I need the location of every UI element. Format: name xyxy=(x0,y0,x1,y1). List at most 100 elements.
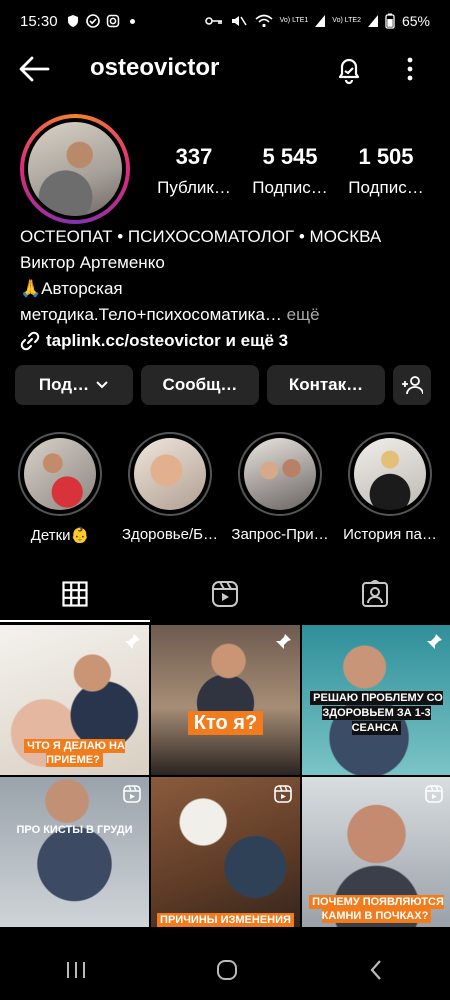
profile-header: osteovictor xyxy=(0,46,450,92)
highlight-thumbnail xyxy=(354,438,426,510)
shield-icon xyxy=(67,15,78,27)
message-label: Сообщ… xyxy=(162,375,238,394)
battery-icon xyxy=(385,13,395,29)
instagram-icon xyxy=(106,14,119,28)
link-icon xyxy=(20,331,40,351)
bio-more-link[interactable]: ещё xyxy=(287,305,320,324)
profile-actions: Под… Сообщ… Контак… xyxy=(15,365,431,405)
posts-grid: ЧТО Я ДЕЛАЮ НА ПРИЕМЕ? Кто я? РЕШАЮ ПРОБ… xyxy=(0,625,450,927)
reel-icon xyxy=(425,785,443,803)
profile-avatar[interactable] xyxy=(20,114,130,224)
lte2-label: Vo) LTE2 xyxy=(332,17,361,24)
subscribe-button[interactable]: Под… xyxy=(15,365,133,405)
post-thumbnail[interactable]: ПРО КИСТЫ В ГРУДИ xyxy=(0,777,149,927)
tagged-person-icon xyxy=(362,580,388,607)
following-count: 1 505 xyxy=(358,144,414,169)
bio-title: ОСТЕОПАТ • ПСИХОСОМАТОЛОГ • МОСКВА xyxy=(20,227,382,246)
status-time: 15:30 xyxy=(20,12,58,30)
contact-label: Контак… xyxy=(288,375,364,394)
tab-tagged[interactable] xyxy=(300,566,450,622)
suggest-people-button[interactable] xyxy=(393,365,431,405)
reels-icon xyxy=(212,581,238,607)
highlight-kids[interactable]: Детки👶 xyxy=(15,432,105,544)
contact-button[interactable]: Контак… xyxy=(267,365,385,405)
signal2-icon xyxy=(367,15,378,27)
highlight-label: Детки👶 xyxy=(30,527,90,544)
grid-icon xyxy=(62,581,88,607)
post-caption: ПОЧЕМУ ПОЯВЛЯЮТСЯ КАМНИ В ПОЧКАХ? xyxy=(308,895,445,923)
post-thumbnail[interactable]: ПРИЧИНЫ ИЗМЕНЕНИЯ xyxy=(151,777,300,927)
highlight-thumbnail xyxy=(134,438,206,510)
highlight-label: Здоровье/Б… xyxy=(122,526,218,543)
chevron-down-icon xyxy=(96,381,108,389)
highlight-request[interactable]: Запрос-При… xyxy=(231,432,329,543)
followers-label: Подпис… xyxy=(252,178,328,197)
highlight-label: История па… xyxy=(343,526,437,543)
avatar-border xyxy=(24,118,126,220)
bio-name: Виктор Артеменко xyxy=(20,253,165,272)
post-caption-text: ЧТО Я ДЕЛАЮ НА ПРИЕМЕ? xyxy=(24,739,125,767)
highlight-ring xyxy=(348,432,432,516)
bio-link-row[interactable]: taplink.cc/osteovictor и ещё 3 xyxy=(20,328,440,354)
reel-icon xyxy=(123,785,141,803)
key-icon xyxy=(204,17,222,25)
post-thumbnail[interactable]: ПОЧЕМУ ПОЯВЛЯЮТСЯ КАМНИ В ПОЧКАХ? xyxy=(302,777,450,927)
signal1-icon xyxy=(315,15,326,27)
posts-count: 337 xyxy=(175,144,213,169)
highlight-label: Запрос-При… xyxy=(231,526,329,543)
post-caption-text: ПРО КИСТЫ В ГРУДИ xyxy=(16,824,133,836)
stat-following[interactable]: 1 505 Подпис… xyxy=(338,144,434,198)
post-caption: Кто я? xyxy=(157,711,294,735)
profile-bio: ОСТЕОПАТ • ПСИХОСОМАТОЛОГ • МОСКВА Викто… xyxy=(20,224,440,354)
highlight-ring xyxy=(18,432,102,516)
subscribe-label: Под… xyxy=(38,375,90,394)
message-button[interactable]: Сообщ… xyxy=(141,365,259,405)
post-thumbnail[interactable]: ЧТО Я ДЕЛАЮ НА ПРИЕМЕ? xyxy=(0,625,149,775)
post-caption: РЕШАЮ ПРОБЛЕМУ СО ЗДОРОВЬЕМ ЗА 1-3 СЕАНС… xyxy=(308,691,445,736)
highlight-ring xyxy=(128,432,212,516)
highlight-health[interactable]: Здоровье/Б… xyxy=(122,432,218,543)
bio-link[interactable]: taplink.cc/osteovictor и ещё 3 xyxy=(46,328,288,354)
avatar-photo xyxy=(28,122,122,216)
pin-icon xyxy=(276,634,291,649)
post-caption-text: Кто я? xyxy=(187,711,264,735)
posts-label: Публик… xyxy=(157,178,231,197)
post-caption: ПРО КИСТЫ В ГРУДИ xyxy=(6,823,143,837)
more-options-icon[interactable] xyxy=(398,54,422,84)
bio-line2: методика.Тело+психосоматика… xyxy=(20,305,282,324)
post-thumbnail[interactable]: Кто я? xyxy=(151,625,300,775)
reel-icon xyxy=(274,785,292,803)
tab-posts-grid[interactable] xyxy=(0,566,150,622)
bio-line1: 🙏Авторская xyxy=(20,279,123,298)
highlight-thumbnail xyxy=(244,438,316,510)
post-caption: ПРИЧИНЫ ИЗМЕНЕНИЯ xyxy=(157,913,294,927)
android-nav-bar xyxy=(0,940,450,1000)
post-caption-text: РЕШАЮ ПРОБЛЕМУ СО ЗДОРОВЬЕМ ЗА 1-3 СЕАНС… xyxy=(310,691,443,735)
pin-icon xyxy=(125,634,140,649)
wifi-icon xyxy=(255,14,273,28)
notification-dot xyxy=(129,18,135,24)
status-bar: 15:30 Vo) LTE1 Vo) LTE2 65% xyxy=(0,0,450,42)
back-arrow-icon[interactable] xyxy=(18,55,50,83)
stat-followers[interactable]: 5 545 Подпис… xyxy=(242,144,338,198)
pin-icon xyxy=(427,634,442,649)
profile-tabs xyxy=(0,566,450,622)
lte1-label: Vo) LTE1 xyxy=(279,17,309,24)
highlight-thumbnail xyxy=(24,438,96,510)
notification-bell-icon[interactable] xyxy=(334,54,364,84)
stat-posts[interactable]: 337 Публик… xyxy=(146,144,242,198)
highlight-ring xyxy=(238,432,322,516)
mute-icon xyxy=(231,16,247,26)
username-title: osteovictor xyxy=(90,54,220,81)
battery-percent: 65% xyxy=(401,13,430,29)
tab-reels[interactable] xyxy=(150,566,300,622)
back-nav-icon[interactable] xyxy=(366,958,386,982)
post-thumbnail[interactable]: РЕШАЮ ПРОБЛЕМУ СО ЗДОРОВЬЕМ ЗА 1-3 СЕАНС… xyxy=(302,625,450,775)
post-caption-text: ПРИЧИНЫ ИЗМЕНЕНИЯ xyxy=(157,913,294,927)
post-caption-text: ПОЧЕМУ ПОЯВЛЯЮТСЯ КАМНИ В ПОЧКАХ? xyxy=(309,895,444,923)
post-caption: ЧТО Я ДЕЛАЮ НА ПРИЕМЕ? xyxy=(6,739,143,767)
highlight-stories[interactable]: История па… xyxy=(343,432,437,543)
home-icon[interactable] xyxy=(215,958,239,982)
recent-apps-icon[interactable] xyxy=(64,959,88,981)
following-label: Подпис… xyxy=(348,178,424,197)
